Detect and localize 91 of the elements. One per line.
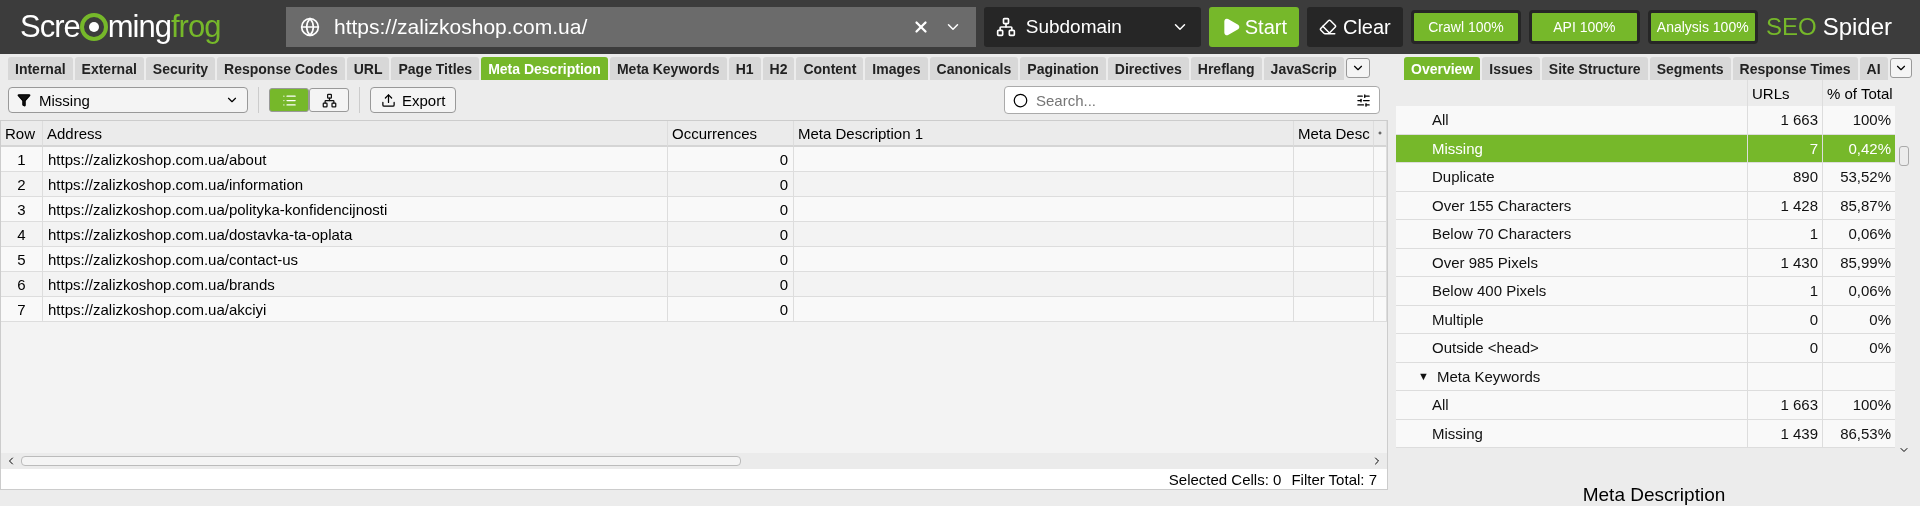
column-header[interactable]: Meta Desc xyxy=(1294,121,1374,147)
search-input[interactable]: Search... xyxy=(1034,90,1350,110)
tree-item-row[interactable]: Over 985 Pixels 1 430 85,99% xyxy=(1396,248,1895,277)
table-cell: https://zalizkoshop.com.ua/about xyxy=(43,147,668,172)
tab[interactable]: AI xyxy=(1859,57,1888,80)
table-cell: 7 xyxy=(1,297,43,322)
tree-item-row[interactable]: All 1 663 100% xyxy=(1396,106,1895,135)
tree-item-row[interactable]: Below 70 Characters 1 0,06% xyxy=(1396,220,1895,249)
tab[interactable]: JavaScrip xyxy=(1263,57,1344,80)
progress-indicator: Analysis 100% xyxy=(1647,10,1758,44)
brand-text: SEO xyxy=(1765,13,1817,41)
tab[interactable]: Images xyxy=(865,57,928,80)
column-header[interactable]: Meta Description 1 xyxy=(794,121,1294,147)
tab[interactable]: Segments xyxy=(1649,57,1731,80)
tree-item-row[interactable]: All 1 663 100% xyxy=(1396,391,1895,420)
tab[interactable]: Issues xyxy=(1482,57,1540,80)
table-cell: 6 xyxy=(1,272,43,297)
settings-icon[interactable] xyxy=(1356,92,1371,108)
progress-indicator: Crawl 100% xyxy=(1410,10,1522,44)
table-cell: https://zalizkoshop.com.ua/information xyxy=(43,172,668,197)
hierarchy-icon xyxy=(321,92,337,108)
table-cell: 4 xyxy=(1,222,43,247)
globe-icon xyxy=(300,17,320,37)
progress-indicator: API 100% xyxy=(1529,10,1640,44)
column-header[interactable]: Row xyxy=(1,121,43,147)
logo: Scre mingfrog xyxy=(20,9,222,45)
column-header[interactable]: Address xyxy=(43,121,668,147)
chart-title: Meta Description xyxy=(1581,483,1727,506)
tab[interactable]: Meta Keywords xyxy=(609,57,727,80)
table-cell: 0 xyxy=(668,297,794,322)
status-text: Selected Cells: 0 xyxy=(1168,470,1282,488)
table-cell: 0 xyxy=(668,272,794,297)
clear-button[interactable]: Clear xyxy=(1307,7,1403,47)
expand-toggle[interactable]: ▼ xyxy=(1418,370,1429,383)
table-cell: 1 xyxy=(1,147,43,172)
search-field[interactable]: Search... xyxy=(1004,86,1380,114)
tab[interactable]: Internal xyxy=(8,57,73,80)
product-name: Spider xyxy=(1822,13,1892,41)
filter-dropdown[interactable]: Missing xyxy=(8,87,248,113)
tree-item-row[interactable]: Multiple 0 0% xyxy=(1396,305,1895,334)
table-cell: 0 xyxy=(668,222,794,247)
table-cell: https://zalizkoshop.com.ua/contact-us xyxy=(43,247,668,272)
filter-icon xyxy=(17,93,31,107)
table-cell: https://zalizkoshop.com.ua/polityka-konfidencijnosti xyxy=(43,197,668,222)
scrollbar-thumb[interactable] xyxy=(21,456,741,466)
frog-icon xyxy=(79,13,108,41)
table-cell: 3 xyxy=(1,197,43,222)
tab[interactable]: Page Titles xyxy=(391,57,480,80)
tab[interactable]: H2 xyxy=(762,57,795,80)
tab-menu-button[interactable] xyxy=(1889,58,1912,78)
mode-dropdown[interactable]: Subdomain xyxy=(983,7,1201,47)
table-cell: https://zalizkoshop.com.ua/akciyi xyxy=(43,297,668,322)
table-cell: 0 xyxy=(668,147,794,172)
tab[interactable]: Response Codes xyxy=(217,57,345,80)
column-header[interactable]: Occurrences xyxy=(668,121,794,147)
hierarchy-icon xyxy=(995,17,1016,37)
tab[interactable]: H1 xyxy=(728,57,761,80)
table-cell: https://zalizkoshop.com.ua/brands xyxy=(43,272,668,297)
status-text: Filter Total: 7 xyxy=(1291,470,1377,488)
export-button[interactable]: Export xyxy=(370,87,457,113)
tab[interactable]: Security xyxy=(145,57,216,80)
table-cell: 5 xyxy=(1,247,43,272)
table-cell: https://zalizkoshop.com.ua/dostavka-ta-oplata xyxy=(43,222,668,247)
table-cell: 0 xyxy=(668,247,794,272)
tree-group-row[interactable]: ▼ Meta Keywords xyxy=(1396,362,1895,391)
tab[interactable]: Directives xyxy=(1107,57,1189,80)
upload-icon xyxy=(381,92,396,108)
tab[interactable]: Response Times xyxy=(1732,57,1858,80)
tree-item-row[interactable]: Over 155 Characters 1 428 85,87% xyxy=(1396,191,1895,220)
tree-item-row[interactable]: Duplicate 890 53,52% xyxy=(1396,163,1895,192)
tab[interactable]: Hreflang xyxy=(1190,57,1262,80)
tree-view-button[interactable] xyxy=(309,88,349,112)
tab[interactable]: Content xyxy=(796,57,864,80)
tab[interactable]: External xyxy=(74,57,144,80)
tab[interactable]: URL xyxy=(346,57,390,80)
tab-menu-button[interactable] xyxy=(1345,58,1370,78)
tree-item-row[interactable]: Missing 1 439 86,53% xyxy=(1396,419,1895,448)
scrollbar-thumb[interactable] xyxy=(1898,146,1909,166)
tab[interactable]: Site Structure xyxy=(1541,57,1648,80)
tab[interactable]: Pagination xyxy=(1020,57,1106,80)
tab[interactable]: Canonicals xyxy=(929,57,1019,80)
url-field[interactable]: https://zalizkoshop.com.ua/ xyxy=(286,7,976,47)
table-cell: 0 xyxy=(668,172,794,197)
eraser-icon xyxy=(1319,18,1337,36)
group-label: Meta Keywords xyxy=(1436,367,1541,385)
table-cell: 2 xyxy=(1,172,43,197)
tree-item-row[interactable]: Below 400 Pixels 1 0,06% xyxy=(1396,277,1895,306)
list-icon xyxy=(281,92,297,108)
tree-item-row[interactable]: Outside <head> 0 0% xyxy=(1396,334,1895,363)
search-icon xyxy=(1013,92,1028,108)
table-cell: 0 xyxy=(668,197,794,222)
